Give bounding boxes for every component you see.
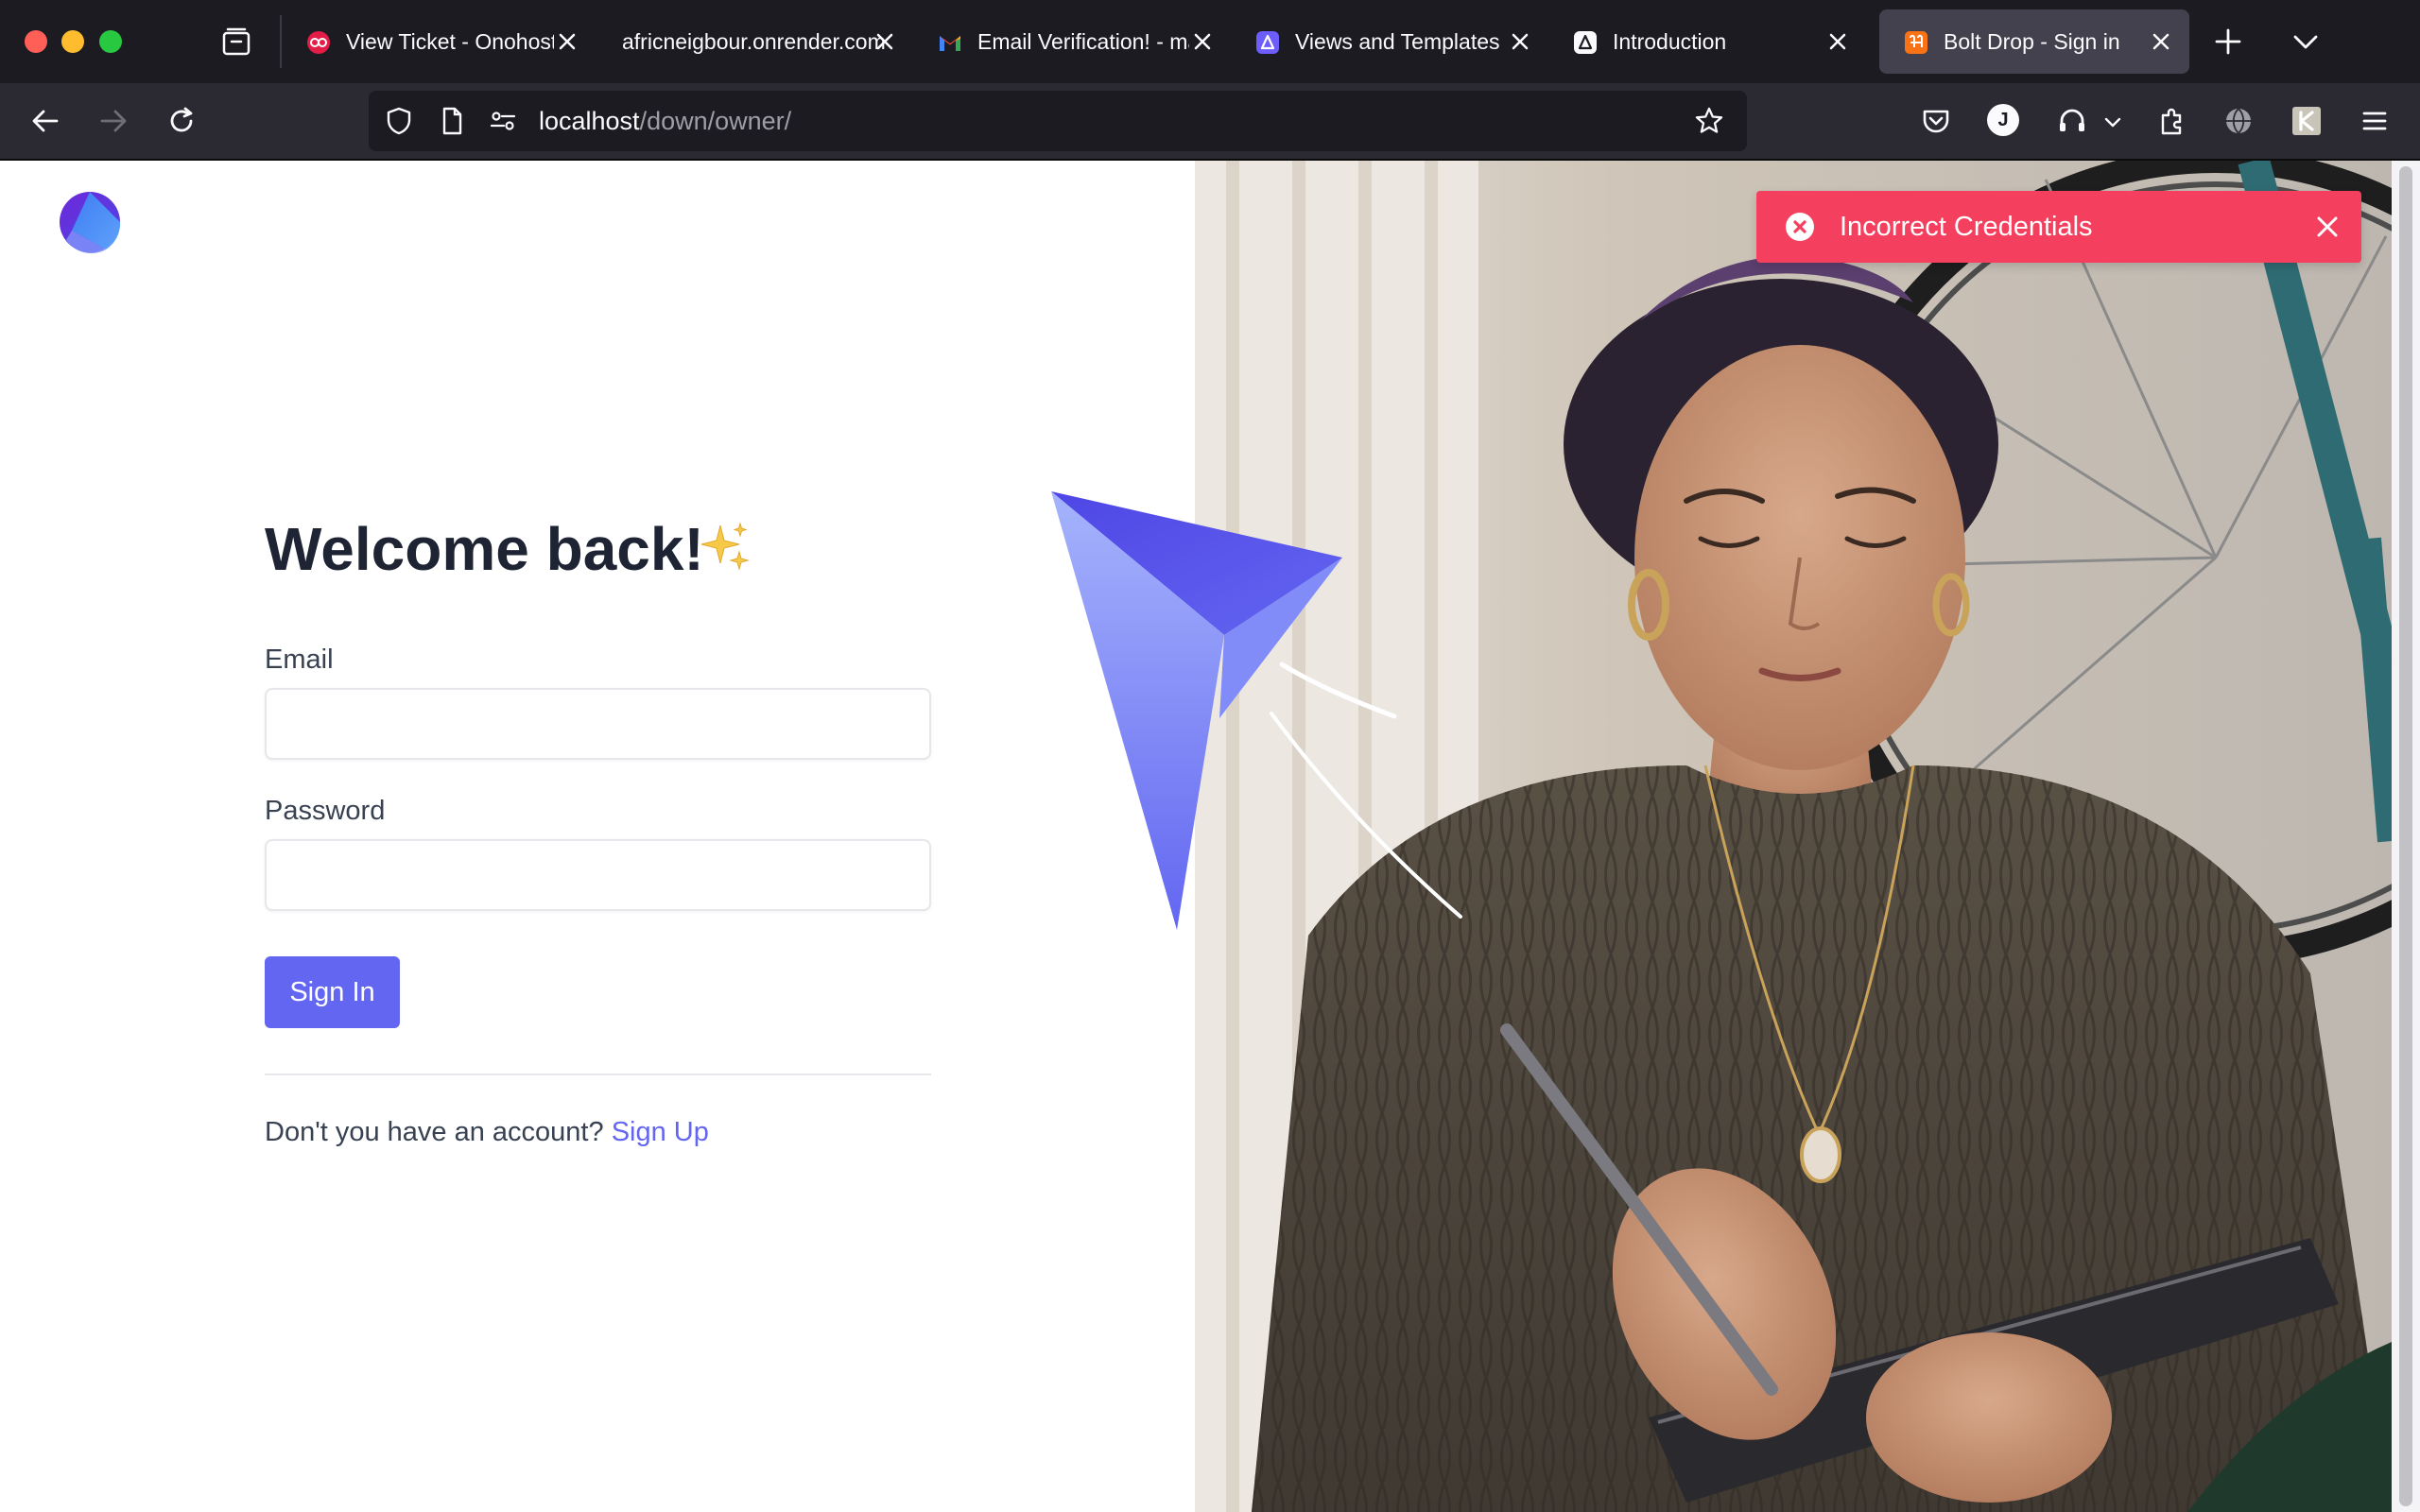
tab-close-icon[interactable] bbox=[1507, 28, 1533, 55]
firefox-view-icon[interactable] bbox=[219, 25, 253, 59]
extensions-puzzle-icon[interactable] bbox=[2155, 104, 2189, 138]
url-bar[interactable]: localhost/down/owner/ bbox=[369, 91, 1747, 151]
browser-tab-bar: View Ticket - Onohosting africneigbour.o… bbox=[0, 0, 2420, 83]
email-label: Email bbox=[265, 644, 334, 675]
docs-favicon-icon bbox=[1256, 31, 1279, 54]
divider bbox=[265, 1074, 931, 1075]
tab-label: View Ticket - Onohosting bbox=[346, 29, 554, 54]
new-tab-icon[interactable] bbox=[2212, 26, 2244, 58]
bookmark-star-icon[interactable] bbox=[1694, 106, 1724, 136]
scrollbar-thumb[interactable] bbox=[2399, 166, 2412, 1506]
avatar-initial: J bbox=[1997, 110, 2009, 130]
tab-views-and-templates[interactable]: Views and Templates bbox=[1231, 9, 1539, 74]
sparkles-icon bbox=[700, 522, 750, 571]
error-circle-icon bbox=[1786, 213, 1814, 241]
email-field[interactable] bbox=[265, 688, 931, 760]
tab-bolt-drop-sign-in[interactable]: Bolt Drop - Sign in bbox=[1879, 9, 2189, 74]
close-icon[interactable] bbox=[2314, 214, 2341, 240]
signup-prompt-text: Don't you have an account? bbox=[265, 1117, 604, 1147]
password-field[interactable] bbox=[265, 839, 931, 911]
page-title: Welcome back! bbox=[265, 515, 704, 583]
tab-close-icon[interactable] bbox=[1189, 28, 1216, 55]
tab-africneigbour[interactable]: africneigbour.onrender.com bbox=[596, 9, 904, 74]
page-scrollbar[interactable] bbox=[2392, 161, 2420, 1512]
gmail-favicon-icon bbox=[940, 36, 960, 51]
page-content: Welcome back! Email Password Sign In Don… bbox=[0, 161, 2392, 1512]
bolt-drop-logo[interactable] bbox=[59, 191, 121, 253]
sign-up-link[interactable]: Sign Up bbox=[612, 1117, 709, 1147]
page-icon[interactable] bbox=[437, 106, 467, 136]
browser-navigation-bar: localhost/down/owner/ J bbox=[0, 83, 2420, 159]
tab-close-icon[interactable] bbox=[872, 28, 898, 55]
forward-arrow-icon[interactable] bbox=[96, 104, 130, 138]
shield-icon[interactable] bbox=[384, 106, 414, 136]
url-text[interactable]: localhost/down/owner/ bbox=[539, 91, 791, 151]
url-host: localhost bbox=[539, 107, 640, 135]
chevron-down-icon[interactable] bbox=[2102, 112, 2123, 132]
globe-icon[interactable] bbox=[2221, 104, 2256, 138]
password-label: Password bbox=[265, 796, 386, 826]
headphones-extension-icon[interactable] bbox=[2055, 104, 2089, 138]
bolt-drop-favicon-icon bbox=[1905, 31, 1927, 54]
error-toast: Incorrect Credentials bbox=[1756, 191, 2361, 263]
tab-close-icon[interactable] bbox=[554, 28, 580, 55]
url-path: /down/owner/ bbox=[639, 107, 792, 135]
account-avatar[interactable]: J bbox=[1987, 104, 2019, 136]
tab-close-icon[interactable] bbox=[1824, 28, 1851, 55]
docs-favicon-icon bbox=[1574, 31, 1597, 54]
permissions-icon[interactable] bbox=[488, 106, 518, 136]
pocket-icon[interactable] bbox=[1919, 104, 1953, 138]
tab-close-icon[interactable] bbox=[2148, 28, 2174, 55]
tab-label: Views and Templates bbox=[1295, 29, 1500, 54]
tab-label: africneigbour.onrender.com bbox=[622, 29, 886, 54]
tab-label: Bolt Drop - Sign in bbox=[1944, 29, 2120, 54]
onohosting-favicon-icon bbox=[307, 31, 330, 54]
tab-label: Email Verification! - mail bbox=[977, 29, 1189, 54]
hamburger-menu-icon[interactable] bbox=[2358, 104, 2392, 138]
window-close-button[interactable] bbox=[25, 30, 47, 53]
tab-email-verification[interactable]: Email Verification! - mail bbox=[913, 9, 1221, 74]
tab-view-ticket[interactable]: View Ticket - Onohosting bbox=[282, 9, 586, 74]
tab-label: Introduction bbox=[1613, 29, 1727, 54]
chevron-down-icon[interactable] bbox=[2290, 26, 2322, 58]
reload-icon[interactable] bbox=[164, 104, 199, 138]
window-minimize-button[interactable] bbox=[61, 30, 84, 53]
back-arrow-icon[interactable] bbox=[28, 104, 62, 138]
tab-introduction[interactable]: Introduction bbox=[1548, 9, 1860, 74]
signup-prompt: Don't you have an account? Sign Up bbox=[265, 1117, 709, 1148]
paper-plane-illustration bbox=[1051, 491, 1462, 930]
sign-in-button[interactable]: Sign In bbox=[265, 956, 400, 1028]
window-zoom-button[interactable] bbox=[99, 30, 122, 53]
k-extension-icon[interactable] bbox=[2290, 104, 2324, 138]
toast-message: Incorrect Credentials bbox=[1840, 212, 2093, 242]
